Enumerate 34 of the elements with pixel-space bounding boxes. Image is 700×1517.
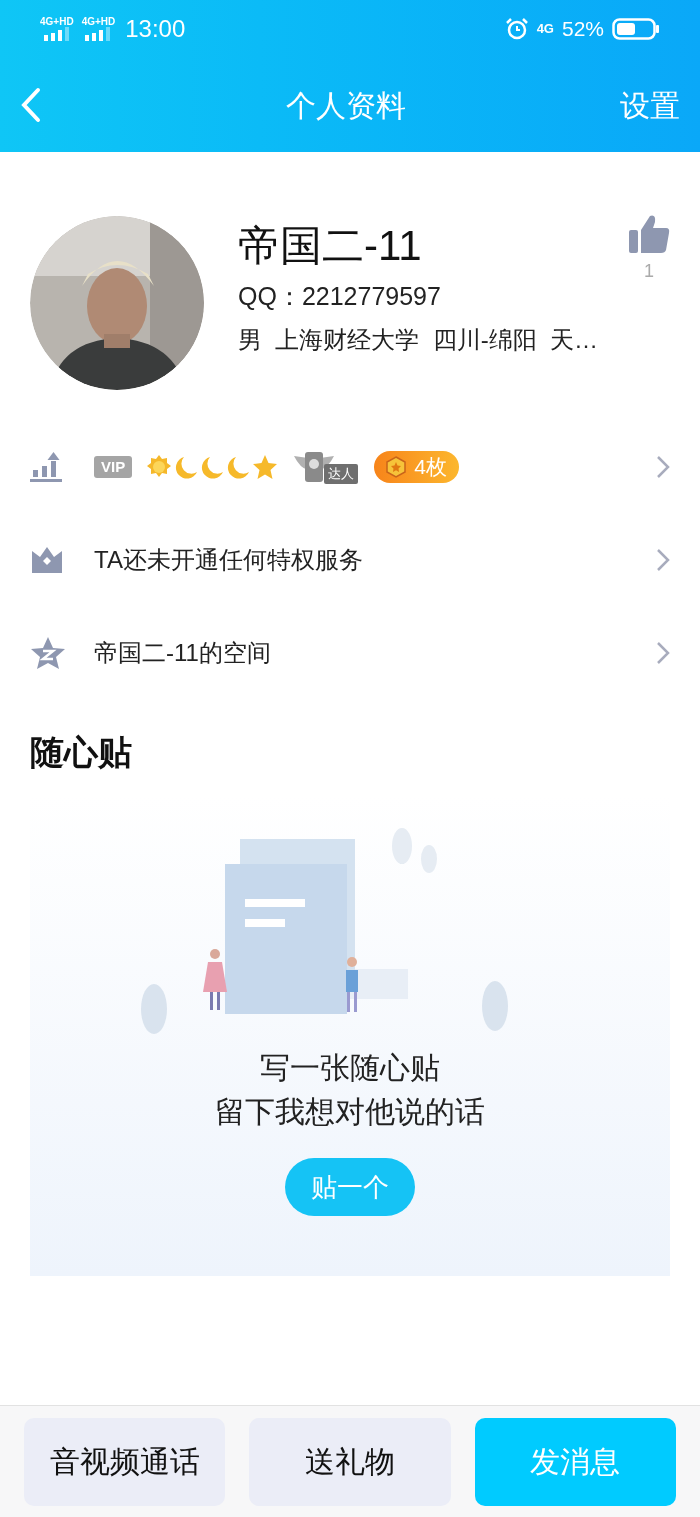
page-title: 个人资料 [286,87,406,124]
moon-icon [174,454,199,479]
chevron-right-icon [656,547,670,572]
clock-time: 13:00 [125,14,186,44]
star-icon [252,453,279,480]
vip-badge: VIP [94,455,133,478]
section-title: 随心贴 [30,732,133,773]
back-icon[interactable] [20,87,42,123]
network-label: 4G [536,20,554,39]
prompt-text: 留下我想对他说的话 [215,1094,485,1130]
action-button[interactable]: 送礼物 [249,1417,451,1506]
battery-icon [612,18,660,40]
signal-icon [41,27,72,41]
network-label: 4G+HD [40,17,74,27]
talent-badge: 达人 [324,463,359,484]
profile-name: 帝国二-11 [238,221,423,271]
profile-info: 男 上海财经大学 四川-绵阳 天… [238,324,599,355]
row-label[interactable]: TA还未开通任何特权服务 [94,541,656,578]
chevron-right-icon [656,640,670,665]
alarm-icon [504,17,529,41]
moon-icon [200,454,225,479]
medal-badge: 4枚 [374,450,459,483]
network-label: 4G+HD [81,17,116,27]
battery-percent: 52% [561,16,604,43]
chevron-right-icon [656,454,670,479]
like-count: 1 [644,260,654,283]
action-button[interactable]: 音视频通话 [24,1417,226,1506]
moon-icon [226,454,251,479]
rising-bars-icon [30,450,64,483]
medal-icon [386,455,407,478]
star-icon [30,635,66,670]
prompt-text: 写一张随心贴 [260,1050,440,1086]
row-label[interactable]: 帝国二-11的空间 [94,634,656,671]
qq-number: QQ：2212779597 [238,281,442,312]
